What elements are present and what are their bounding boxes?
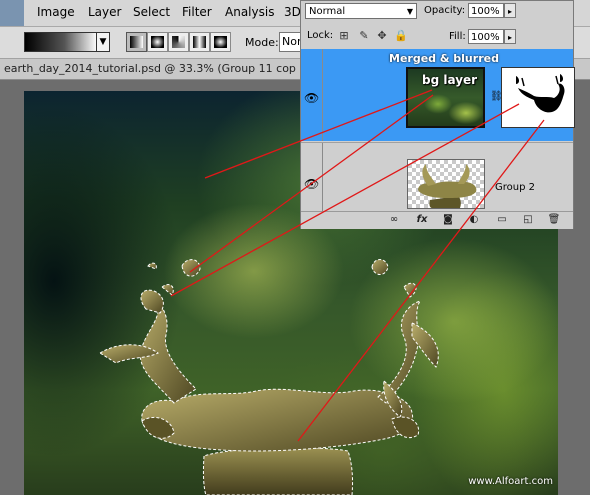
diamond-gradient-icon	[214, 36, 227, 48]
reflected-gradient-button[interactable]	[189, 32, 210, 52]
divider	[322, 143, 323, 211]
selection-marquee	[99, 259, 439, 495]
lock-all-icon[interactable]: 🔒	[394, 30, 408, 42]
menu-image[interactable]: Image	[37, 5, 75, 19]
layer-name: Group 2	[495, 182, 535, 193]
mask-shape	[516, 74, 565, 113]
layer-thumbnail[interactable]: bg layer	[406, 67, 485, 128]
new-layer-icon[interactable]: ◱	[521, 213, 535, 227]
linear-gradient-button[interactable]	[126, 32, 147, 52]
menu-select[interactable]: Select	[133, 5, 170, 19]
chevron-down-icon: ▼	[406, 7, 413, 16]
gradient-picker-dropdown[interactable]: ▼	[96, 32, 110, 52]
eye-icon[interactable]: 👁	[304, 177, 319, 191]
menu-analysis[interactable]: Analysis	[225, 5, 274, 19]
new-group-icon[interactable]: ▭	[495, 213, 509, 227]
lock-label: Lock:	[307, 30, 334, 41]
watermark: www.Alfoart.com	[468, 476, 553, 487]
app-logo	[0, 0, 24, 26]
thumbnail-caption: bg layer	[422, 73, 478, 87]
fx-icon[interactable]: fx	[415, 213, 429, 227]
eye-icon[interactable]: 👁	[304, 91, 319, 105]
radial-gradient-icon	[151, 36, 164, 48]
angle-gradient-icon	[172, 36, 185, 48]
angle-gradient-button[interactable]	[168, 32, 189, 52]
document-title: earth_day_2014_tutorial.psd @ 33.3% (Gro…	[4, 62, 296, 75]
layer-name: Merged & blurred	[389, 52, 499, 65]
link-icon[interactable]: ⛓	[490, 90, 503, 104]
menu-layer[interactable]: Layer	[88, 5, 121, 19]
lock-position-icon[interactable]: ✥	[376, 30, 388, 42]
opacity-label: Opacity:	[424, 5, 466, 16]
layers-panel: Normal ▼ Opacity: 100% ▸ Lock: ⊞ ✎ ✥ 🔒 F…	[300, 0, 575, 229]
blend-mode-select[interactable]: Normal ▼	[305, 3, 417, 19]
blend-mode-value: Normal	[309, 6, 346, 17]
panel-footer: ∞ fx ◙ ◐ ▭ ◱ 🗑	[301, 211, 573, 229]
lock-image-icon[interactable]: ✎	[358, 30, 370, 42]
radial-gradient-button[interactable]	[147, 32, 168, 52]
diamond-gradient-button[interactable]	[210, 32, 231, 52]
mode-label: Mode:	[245, 36, 279, 49]
menu-3d[interactable]: 3D	[284, 5, 301, 19]
link-layers-icon[interactable]: ∞	[387, 213, 401, 227]
adjustment-layer-icon[interactable]: ◐	[467, 213, 481, 227]
layer-mask-thumbnail[interactable]	[501, 67, 575, 128]
group-thumbnail[interactable]	[407, 159, 485, 209]
menu-filter[interactable]: Filter	[182, 5, 212, 19]
opacity-slider-button[interactable]: ▸	[504, 3, 516, 18]
divider	[322, 49, 323, 141]
fill-label: Fill:	[449, 31, 466, 42]
lock-transparency-icon[interactable]: ⊞	[338, 30, 350, 42]
fill-slider-button[interactable]: ▸	[504, 29, 516, 44]
group-thumbnail-art	[418, 164, 477, 208]
layer-row-group[interactable]: 👁 Group 2	[301, 142, 573, 211]
trash-icon[interactable]: 🗑	[547, 213, 561, 227]
reflected-gradient-icon	[193, 36, 206, 48]
gradient-preview[interactable]	[24, 32, 98, 52]
opacity-input[interactable]: 100%	[468, 3, 504, 18]
layer-row-merged[interactable]: 👁 Merged & blurred bg layer ⛓	[301, 49, 575, 141]
linear-gradient-icon	[130, 36, 143, 48]
fill-input[interactable]: 100%	[468, 29, 504, 44]
add-mask-icon[interactable]: ◙	[441, 213, 455, 227]
